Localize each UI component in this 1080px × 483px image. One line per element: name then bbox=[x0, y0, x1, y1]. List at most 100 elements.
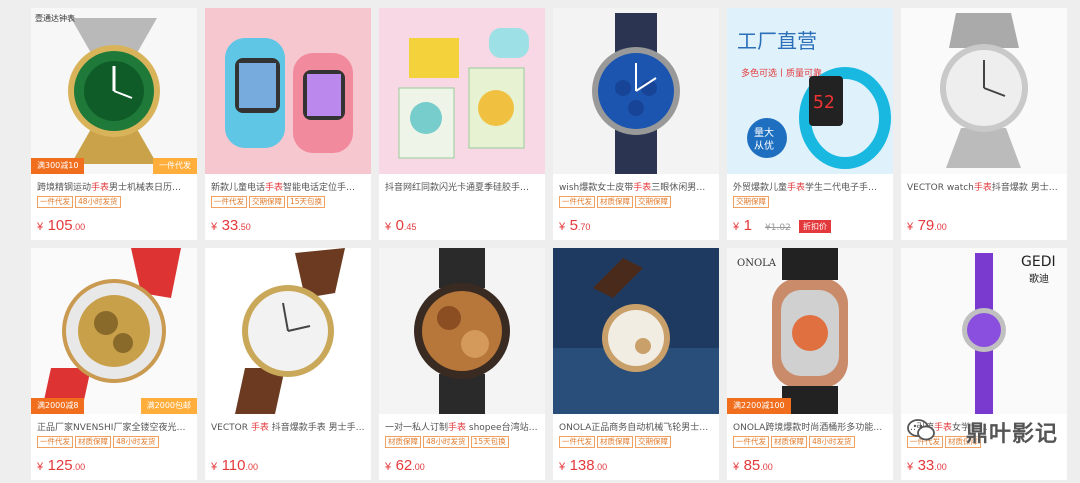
service-tag: 48小时发货 bbox=[75, 196, 121, 208]
price-integer: 105 bbox=[47, 217, 73, 234]
product-card[interactable]: ONOLA 满2200减100 ONOLA跨境爆款时尚酒桶形多功能石… 一件代发 材质保… bbox=[727, 248, 893, 480]
price-integer: 138 bbox=[569, 457, 595, 474]
svg-text:量大: 量大 bbox=[754, 126, 774, 139]
leather-watch-icon[interactable] bbox=[205, 248, 371, 414]
title-text: 抖音爆款手表 男士手… bbox=[268, 423, 365, 433]
service-tag: 48小时发货 bbox=[423, 436, 469, 448]
product-card[interactable]: 满2000减8 满2000包邮 正品厂家NVENSHI厂家全镂空夜光自… 一件代发 材质… bbox=[31, 248, 197, 480]
price-integer: 62 bbox=[395, 457, 413, 474]
price-integer: 79 bbox=[917, 217, 935, 234]
product-title[interactable]: 外贸爆款儿童手表学生二代电子手… bbox=[733, 180, 889, 193]
cartoon-watch-icon[interactable] bbox=[379, 8, 545, 174]
svg-text:GEDI: GEDI bbox=[1021, 254, 1056, 270]
product-card[interactable]: 一对一私人订制手表 shopee台湾站… 材质保障 48小时发货 15天包换 ¥ 62.… bbox=[379, 248, 545, 480]
blue-dial-watch-icon[interactable] bbox=[553, 8, 719, 174]
currency-symbol: ¥ bbox=[907, 221, 914, 233]
price-integer: 0 bbox=[395, 217, 404, 234]
service-tag: 材质保障 bbox=[597, 436, 633, 448]
product-card[interactable]: VECTOR 手表 抖音爆款手表 男士手… ¥ 110.00 bbox=[205, 248, 371, 480]
tonneau-watch-icon[interactable]: ONOLA bbox=[727, 248, 893, 414]
title-text: 抖音网红同款闪光卡通夏季硅胶手… bbox=[385, 183, 530, 193]
product-card[interactable]: VECTOR watch手表抖音爆款 男士时… ¥ 79.00 bbox=[901, 8, 1067, 240]
title-text: 男士机械表日历… bbox=[109, 183, 182, 193]
price-integer: 110 bbox=[221, 457, 246, 474]
service-tag: 一件代发 bbox=[733, 436, 769, 448]
price: ¥ 33.50 bbox=[211, 217, 251, 235]
skeleton-watch-icon[interactable] bbox=[31, 248, 197, 414]
service-tag: 材质保障 bbox=[597, 196, 633, 208]
service-tag: 材质保障 bbox=[385, 436, 421, 448]
kids-smartwatch-icon[interactable] bbox=[205, 8, 371, 174]
price: ¥ 0.45 bbox=[385, 217, 416, 235]
product-card[interactable]: 新款儿童电话手表智能电话定位手… 一件代发 交期保障 15天包换 ¥ 33.50 bbox=[205, 8, 371, 240]
currency-symbol: ¥ bbox=[211, 461, 218, 473]
service-tag: 交期保障 bbox=[635, 436, 671, 448]
promo-strip: 满2000减8 满2000包邮 bbox=[31, 398, 197, 414]
service-tags: 一件代发 48小时发货 bbox=[37, 196, 121, 208]
price: ¥ 5.70 bbox=[559, 217, 590, 235]
title-text: 抖音爆款 男士时… bbox=[991, 183, 1063, 193]
service-tag: 15天包换 bbox=[470, 436, 509, 448]
product-card[interactable]: 满300减10 一件代发 壹通达钟表 跨境精钢运动手表男士机械表日历… 一件代发 48小时… bbox=[31, 8, 197, 240]
promo-label: 一件代发 bbox=[153, 158, 197, 174]
service-tags: 一件代发 材质保障 48小时发货 bbox=[37, 436, 159, 448]
wood-watch-icon[interactable] bbox=[379, 248, 545, 414]
product-title[interactable]: 新款儿童电话手表智能电话定位手… bbox=[211, 180, 367, 193]
product-title[interactable]: ONOLA跨境爆款时尚酒桶形多功能石… bbox=[733, 420, 889, 433]
promo-strip: 满2200减100 bbox=[727, 398, 791, 414]
currency-symbol: ¥ bbox=[385, 461, 392, 473]
service-tag: 15天包换 bbox=[287, 196, 326, 208]
title-keyword: 手表 bbox=[91, 183, 110, 193]
price-integer: 33 bbox=[917, 457, 935, 474]
title-text: 一对一私人订制 bbox=[385, 423, 449, 433]
title-text: 外贸爆款儿童 bbox=[733, 183, 788, 193]
price: ¥ 105.00 bbox=[37, 217, 85, 235]
title-keyword: 手表 bbox=[265, 183, 284, 193]
product-card[interactable]: 工厂直营 多色可选丨质量可靠 量大 从优 52 外贸爆款儿童手表学生二代电子手… 交期保障 ¥… bbox=[727, 8, 893, 240]
steel-watch-icon[interactable] bbox=[901, 8, 1067, 174]
price-integer: 1 bbox=[743, 217, 752, 234]
price-decimal: .00 bbox=[760, 462, 773, 472]
product-title[interactable]: 跨境精钢运动手表男士机械表日历… bbox=[37, 180, 193, 193]
product-card[interactable]: 抖音网红同款闪光卡通夏季硅胶手… ¥ 0.45 bbox=[379, 8, 545, 240]
product-card[interactable]: ONOLA正品商务自动机械飞轮男士手… 一件代发材质保障交期保障 ¥ 138.00 bbox=[553, 248, 719, 480]
title-text: … bbox=[708, 423, 715, 433]
title-keyword: 手表 bbox=[973, 183, 992, 193]
product-card[interactable]: wish爆款女士皮带手表三眼休闲男… 一件代发 材质保障 交期保障 ¥ 5.70 bbox=[553, 8, 719, 240]
product-title[interactable]: 抖音网红同款闪光卡通夏季硅胶手… bbox=[385, 180, 541, 193]
product-title[interactable]: VECTOR watch手表抖音爆款 男士时… bbox=[907, 180, 1063, 193]
price: ¥ 79.00 bbox=[907, 217, 947, 235]
currency-symbol: ¥ bbox=[907, 461, 914, 473]
service-tags: 一件代发 材质保障 交期保障 bbox=[559, 436, 671, 448]
product-title[interactable]: wish爆款女士皮带手表三眼休闲男… bbox=[559, 180, 715, 193]
purple-bracelet-watch-icon[interactable]: GEDI 歌迪 bbox=[901, 248, 1067, 414]
product-title[interactable]: VECTOR 手表 抖音爆款手表 男士手… bbox=[211, 420, 367, 433]
title-keyword: 手表 bbox=[633, 183, 652, 193]
service-tag: 一件代发 bbox=[559, 436, 595, 448]
product-title[interactable]: 正品厂家NVENSHI厂家全镂空夜光自… bbox=[37, 420, 193, 433]
price: ¥ 62.00 bbox=[385, 457, 425, 475]
svg-text:ONOLA: ONOLA bbox=[737, 258, 777, 269]
svg-text:多色可选丨质量可靠: 多色可选丨质量可靠 bbox=[741, 67, 822, 79]
led-watch-icon[interactable]: 工厂直营 多色可选丨质量可靠 量大 从优 52 bbox=[727, 8, 893, 174]
service-tag: 一件代发 bbox=[37, 436, 73, 448]
service-tags: 一件代发 材质保障 交期保障 bbox=[559, 196, 671, 208]
currency-symbol: ¥ bbox=[385, 221, 392, 233]
title-text: VECTOR bbox=[211, 423, 251, 433]
product-title[interactable]: 一对一私人订制手表 shopee台湾站… bbox=[385, 420, 541, 433]
price: ¥ 1 bbox=[733, 217, 752, 235]
price: ¥ 125.00 bbox=[37, 457, 85, 475]
green-dial-watch-icon[interactable] bbox=[31, 8, 197, 174]
price: ¥ 138.00 bbox=[559, 457, 607, 475]
currency-symbol: ¥ bbox=[559, 461, 566, 473]
price: ¥ 85.00 bbox=[733, 457, 773, 475]
title-text: shopee台湾站… bbox=[466, 423, 538, 433]
service-tag: 一件代发 bbox=[37, 196, 73, 208]
price-decimal: .50 bbox=[238, 222, 251, 232]
product-title[interactable]: ONOLA正品商务自动机械飞轮男士手… bbox=[559, 420, 715, 433]
service-tags: 材质保障 48小时发货 15天包换 bbox=[385, 436, 509, 448]
mechanical-watch-icon[interactable] bbox=[553, 248, 719, 414]
service-tag: 一件代发 bbox=[211, 196, 247, 208]
promo-label: 满300减10 bbox=[31, 158, 85, 174]
currency-symbol: ¥ bbox=[211, 221, 218, 233]
